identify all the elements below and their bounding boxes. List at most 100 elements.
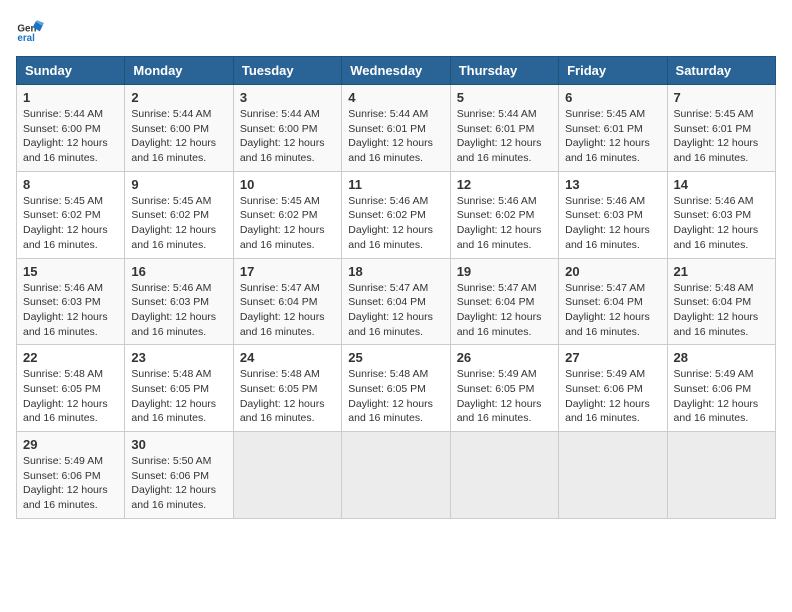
- calendar-cell: 7 Sunrise: 5:45 AM Sunset: 6:01 PM Dayli…: [667, 85, 775, 172]
- day-info: Sunrise: 5:49 AM Sunset: 6:06 PM Dayligh…: [674, 367, 769, 426]
- day-number: 15: [23, 264, 118, 279]
- day-number: 17: [240, 264, 335, 279]
- calendar-cell: 17 Sunrise: 5:47 AM Sunset: 6:04 PM Dayl…: [233, 258, 341, 345]
- day-number: 26: [457, 350, 552, 365]
- weekday-header-tuesday: Tuesday: [233, 57, 341, 85]
- calendar-header: SundayMondayTuesdayWednesdayThursdayFrid…: [17, 57, 776, 85]
- calendar-cell: 23 Sunrise: 5:48 AM Sunset: 6:05 PM Dayl…: [125, 345, 233, 432]
- weekday-header-saturday: Saturday: [667, 57, 775, 85]
- day-number: 23: [131, 350, 226, 365]
- calendar-cell: 19 Sunrise: 5:47 AM Sunset: 6:04 PM Dayl…: [450, 258, 558, 345]
- day-info: Sunrise: 5:44 AM Sunset: 6:01 PM Dayligh…: [457, 107, 552, 166]
- day-info: Sunrise: 5:47 AM Sunset: 6:04 PM Dayligh…: [348, 281, 443, 340]
- day-number: 28: [674, 350, 769, 365]
- calendar-cell: 16 Sunrise: 5:46 AM Sunset: 6:03 PM Dayl…: [125, 258, 233, 345]
- day-number: 9: [131, 177, 226, 192]
- day-info: Sunrise: 5:49 AM Sunset: 6:06 PM Dayligh…: [565, 367, 660, 426]
- day-info: Sunrise: 5:48 AM Sunset: 6:05 PM Dayligh…: [23, 367, 118, 426]
- day-info: Sunrise: 5:48 AM Sunset: 6:05 PM Dayligh…: [131, 367, 226, 426]
- day-number: 25: [348, 350, 443, 365]
- day-info: Sunrise: 5:48 AM Sunset: 6:05 PM Dayligh…: [240, 367, 335, 426]
- logo-icon: Gen eral: [16, 16, 44, 44]
- calendar-week-1: 1 Sunrise: 5:44 AM Sunset: 6:00 PM Dayli…: [17, 85, 776, 172]
- calendar-cell: 27 Sunrise: 5:49 AM Sunset: 6:06 PM Dayl…: [559, 345, 667, 432]
- day-number: 3: [240, 90, 335, 105]
- day-info: Sunrise: 5:45 AM Sunset: 6:02 PM Dayligh…: [131, 194, 226, 253]
- calendar-cell: 18 Sunrise: 5:47 AM Sunset: 6:04 PM Dayl…: [342, 258, 450, 345]
- day-number: 13: [565, 177, 660, 192]
- weekday-header-monday: Monday: [125, 57, 233, 85]
- day-info: Sunrise: 5:50 AM Sunset: 6:06 PM Dayligh…: [131, 454, 226, 513]
- day-info: Sunrise: 5:46 AM Sunset: 6:03 PM Dayligh…: [674, 194, 769, 253]
- day-number: 8: [23, 177, 118, 192]
- day-number: 2: [131, 90, 226, 105]
- day-info: Sunrise: 5:44 AM Sunset: 6:01 PM Dayligh…: [348, 107, 443, 166]
- calendar-table: SundayMondayTuesdayWednesdayThursdayFrid…: [16, 56, 776, 519]
- calendar-cell: 3 Sunrise: 5:44 AM Sunset: 6:00 PM Dayli…: [233, 85, 341, 172]
- calendar-cell: 5 Sunrise: 5:44 AM Sunset: 6:01 PM Dayli…: [450, 85, 558, 172]
- calendar-cell: [667, 432, 775, 519]
- calendar-cell: 15 Sunrise: 5:46 AM Sunset: 6:03 PM Dayl…: [17, 258, 125, 345]
- day-info: Sunrise: 5:44 AM Sunset: 6:00 PM Dayligh…: [240, 107, 335, 166]
- day-info: Sunrise: 5:45 AM Sunset: 6:02 PM Dayligh…: [240, 194, 335, 253]
- calendar-week-2: 8 Sunrise: 5:45 AM Sunset: 6:02 PM Dayli…: [17, 171, 776, 258]
- calendar-cell: [450, 432, 558, 519]
- day-info: Sunrise: 5:48 AM Sunset: 6:04 PM Dayligh…: [674, 281, 769, 340]
- day-number: 5: [457, 90, 552, 105]
- calendar-cell: 25 Sunrise: 5:48 AM Sunset: 6:05 PM Dayl…: [342, 345, 450, 432]
- weekday-header-sunday: Sunday: [17, 57, 125, 85]
- day-number: 1: [23, 90, 118, 105]
- day-number: 19: [457, 264, 552, 279]
- header: Gen eral: [16, 16, 776, 44]
- day-info: Sunrise: 5:44 AM Sunset: 6:00 PM Dayligh…: [131, 107, 226, 166]
- calendar-cell: [342, 432, 450, 519]
- calendar-cell: [559, 432, 667, 519]
- calendar-cell: 24 Sunrise: 5:48 AM Sunset: 6:05 PM Dayl…: [233, 345, 341, 432]
- day-number: 29: [23, 437, 118, 452]
- day-info: Sunrise: 5:46 AM Sunset: 6:03 PM Dayligh…: [565, 194, 660, 253]
- calendar-cell: 30 Sunrise: 5:50 AM Sunset: 6:06 PM Dayl…: [125, 432, 233, 519]
- weekday-header-thursday: Thursday: [450, 57, 558, 85]
- day-info: Sunrise: 5:46 AM Sunset: 6:02 PM Dayligh…: [457, 194, 552, 253]
- calendar-cell: 2 Sunrise: 5:44 AM Sunset: 6:00 PM Dayli…: [125, 85, 233, 172]
- calendar-cell: 13 Sunrise: 5:46 AM Sunset: 6:03 PM Dayl…: [559, 171, 667, 258]
- calendar-cell: 26 Sunrise: 5:49 AM Sunset: 6:05 PM Dayl…: [450, 345, 558, 432]
- day-number: 22: [23, 350, 118, 365]
- day-number: 14: [674, 177, 769, 192]
- day-number: 20: [565, 264, 660, 279]
- calendar-cell: 29 Sunrise: 5:49 AM Sunset: 6:06 PM Dayl…: [17, 432, 125, 519]
- day-info: Sunrise: 5:46 AM Sunset: 6:02 PM Dayligh…: [348, 194, 443, 253]
- calendar-cell: 6 Sunrise: 5:45 AM Sunset: 6:01 PM Dayli…: [559, 85, 667, 172]
- calendar-body: 1 Sunrise: 5:44 AM Sunset: 6:00 PM Dayli…: [17, 85, 776, 519]
- calendar-cell: 11 Sunrise: 5:46 AM Sunset: 6:02 PM Dayl…: [342, 171, 450, 258]
- day-number: 4: [348, 90, 443, 105]
- day-number: 16: [131, 264, 226, 279]
- day-number: 6: [565, 90, 660, 105]
- day-info: Sunrise: 5:46 AM Sunset: 6:03 PM Dayligh…: [131, 281, 226, 340]
- calendar-cell: 4 Sunrise: 5:44 AM Sunset: 6:01 PM Dayli…: [342, 85, 450, 172]
- calendar-cell: 21 Sunrise: 5:48 AM Sunset: 6:04 PM Dayl…: [667, 258, 775, 345]
- calendar-cell: 9 Sunrise: 5:45 AM Sunset: 6:02 PM Dayli…: [125, 171, 233, 258]
- calendar-cell: 8 Sunrise: 5:45 AM Sunset: 6:02 PM Dayli…: [17, 171, 125, 258]
- calendar-cell: [233, 432, 341, 519]
- calendar-cell: 28 Sunrise: 5:49 AM Sunset: 6:06 PM Dayl…: [667, 345, 775, 432]
- day-number: 21: [674, 264, 769, 279]
- day-info: Sunrise: 5:48 AM Sunset: 6:05 PM Dayligh…: [348, 367, 443, 426]
- weekday-row: SundayMondayTuesdayWednesdayThursdayFrid…: [17, 57, 776, 85]
- day-number: 12: [457, 177, 552, 192]
- calendar-week-3: 15 Sunrise: 5:46 AM Sunset: 6:03 PM Dayl…: [17, 258, 776, 345]
- day-number: 24: [240, 350, 335, 365]
- calendar-week-4: 22 Sunrise: 5:48 AM Sunset: 6:05 PM Dayl…: [17, 345, 776, 432]
- day-info: Sunrise: 5:44 AM Sunset: 6:00 PM Dayligh…: [23, 107, 118, 166]
- day-info: Sunrise: 5:49 AM Sunset: 6:05 PM Dayligh…: [457, 367, 552, 426]
- calendar-cell: 20 Sunrise: 5:47 AM Sunset: 6:04 PM Dayl…: [559, 258, 667, 345]
- calendar-cell: 14 Sunrise: 5:46 AM Sunset: 6:03 PM Dayl…: [667, 171, 775, 258]
- weekday-header-wednesday: Wednesday: [342, 57, 450, 85]
- day-info: Sunrise: 5:49 AM Sunset: 6:06 PM Dayligh…: [23, 454, 118, 513]
- calendar-cell: 12 Sunrise: 5:46 AM Sunset: 6:02 PM Dayl…: [450, 171, 558, 258]
- day-number: 7: [674, 90, 769, 105]
- day-number: 30: [131, 437, 226, 452]
- day-info: Sunrise: 5:47 AM Sunset: 6:04 PM Dayligh…: [240, 281, 335, 340]
- logo: Gen eral: [16, 16, 48, 44]
- calendar-cell: 10 Sunrise: 5:45 AM Sunset: 6:02 PM Dayl…: [233, 171, 341, 258]
